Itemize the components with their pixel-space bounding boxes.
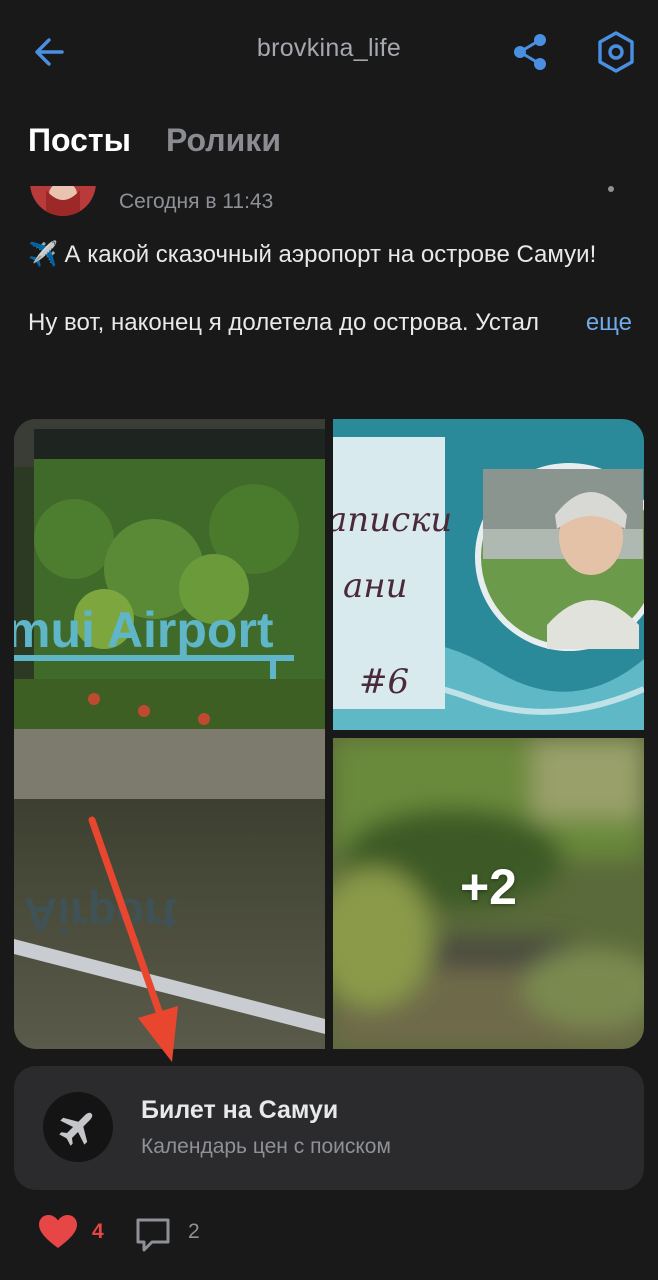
like-count: 4 [92,1220,104,1243]
avatar[interactable] [30,186,96,216]
heart-icon [39,1215,77,1248]
photo-video-cover[interactable]: аписки ани #6 [333,419,644,730]
comment-count: 2 [188,1220,200,1243]
share-button[interactable] [508,30,552,74]
settings-icon [598,31,634,73]
comment-button[interactable] [134,1214,174,1254]
cover-caption-line3: #6 [359,662,409,702]
post-timestamp: Сегодня в 11:43 [119,190,274,213]
ticket-title: Билет на Самуи [141,1096,339,1124]
svg-text:Airport: Airport [24,889,177,941]
tab-clips[interactable]: Ролики [166,122,281,159]
ticket-icon-circle [43,1092,113,1162]
post-text-line2: Ну вот, наконец я долетела до острова. У… [28,309,539,336]
more-photos-count: +2 [459,859,517,915]
post-text-line1: А какой сказочный аэропорт на острове Са… [57,241,597,268]
cover-caption-line1: аписки [333,500,452,540]
post-menu-button[interactable] [608,186,614,192]
share-icon [514,34,546,70]
show-more-link[interactable]: еще [551,306,632,340]
tab-posts[interactable]: Посты [28,122,131,159]
settings-button[interactable] [592,28,640,76]
cover-caption-line2: ани [343,566,408,606]
comment-icon [136,1218,170,1252]
photo-airport[interactable]: mui Airport Airport [14,419,325,1049]
page-title: brovkina_life [256,34,402,62]
ticket-subtitle: Календарь цен с поиском [141,1135,391,1158]
like-button[interactable] [38,1214,78,1250]
airplane-icon [59,1112,93,1146]
post-text: ✈️ А какой сказочный аэропорт на острове… [28,238,632,340]
airport-sign-text: mui Airport [14,602,274,658]
airplane-emoji-icon: ✈️ [28,241,58,268]
